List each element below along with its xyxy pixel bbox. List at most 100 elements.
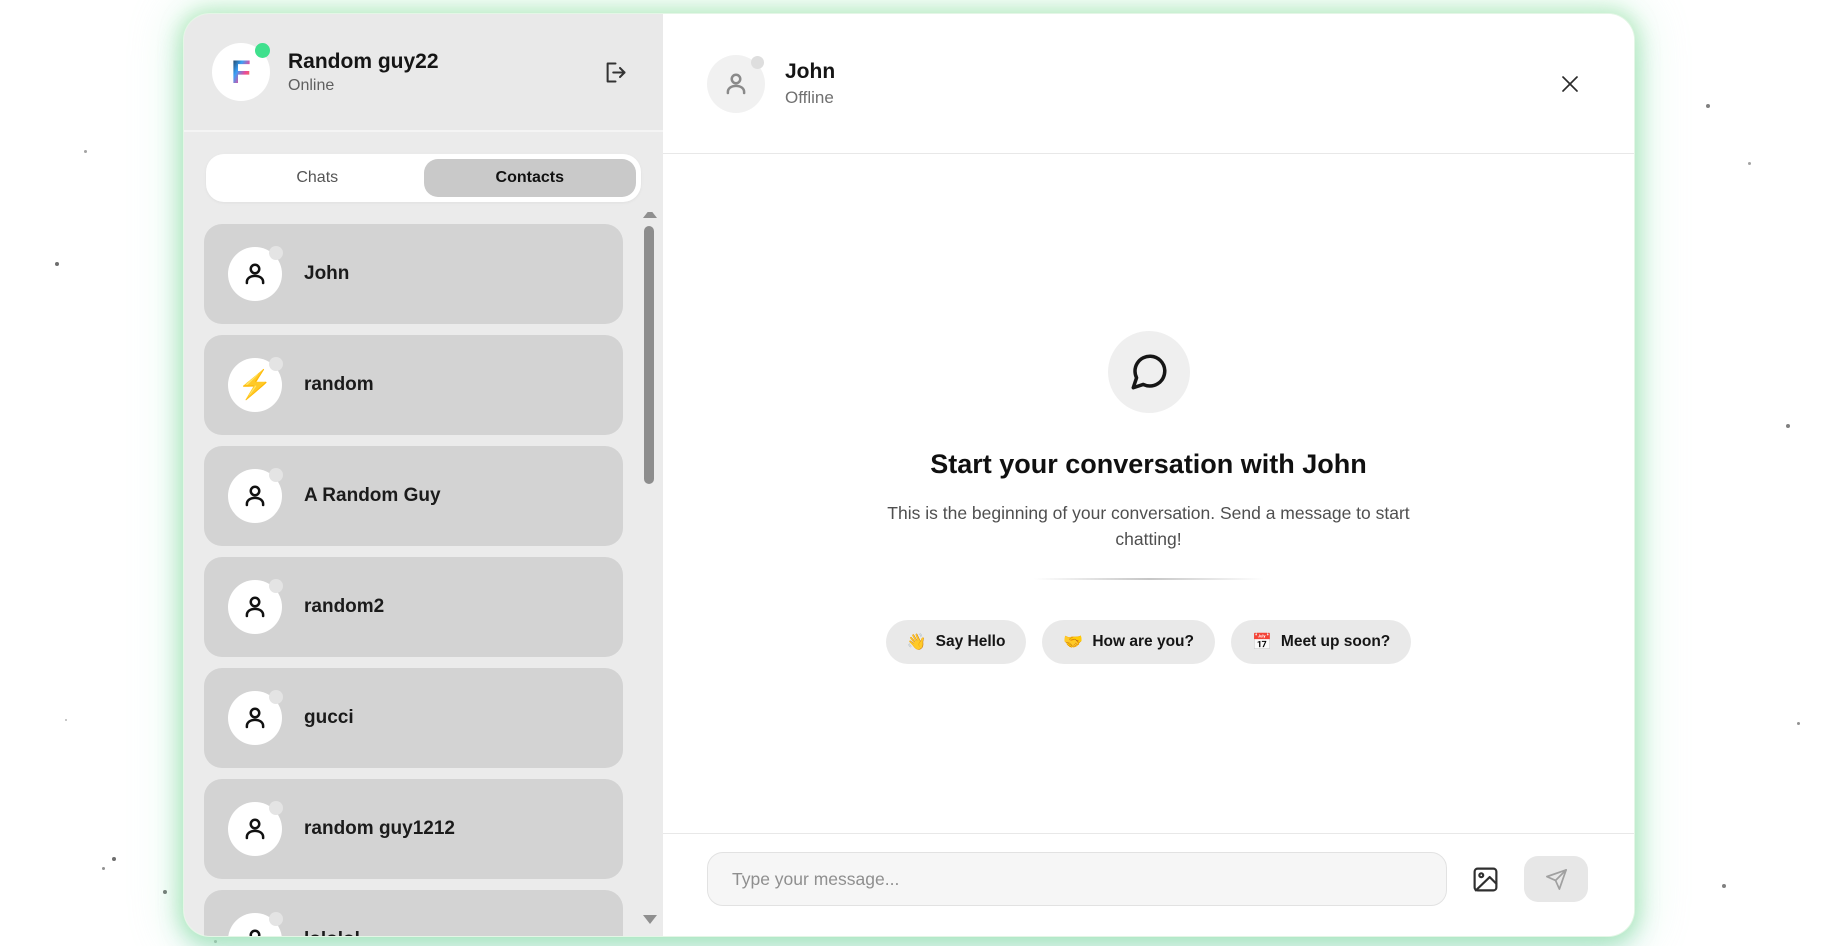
background-dot xyxy=(84,150,87,153)
chat-header: John Offline xyxy=(663,14,1634,154)
peer-meta: John Offline xyxy=(785,60,835,108)
profile-avatar: F xyxy=(212,43,270,101)
peer-status: Offline xyxy=(785,88,835,108)
contact-name: A Random Guy xyxy=(304,485,441,507)
offline-status-dot xyxy=(269,690,283,704)
brand-logo-icon: F xyxy=(222,53,260,91)
background-dot xyxy=(214,940,217,943)
divider xyxy=(1034,578,1264,580)
tab-contacts[interactable]: Contacts xyxy=(424,159,637,197)
contact-item-random-guy1212[interactable]: random guy1212 xyxy=(204,779,623,879)
image-icon xyxy=(1471,865,1500,894)
contact-item-lololol[interactable]: lololol xyxy=(204,890,623,936)
profile-name: Random guy22 xyxy=(288,50,580,74)
tab-chats[interactable]: Chats xyxy=(211,159,424,197)
contact-list: John ⚡ random A Random Guy xyxy=(184,212,663,936)
contact-name: lololol xyxy=(304,929,360,936)
background-dot xyxy=(1722,884,1726,888)
tab-contacts-label: Contacts xyxy=(496,169,564,187)
svg-text:F: F xyxy=(231,54,251,90)
sidebar-profile-header: F Random guy22 Online xyxy=(184,14,663,132)
empty-state-title: Start your conversation with John xyxy=(930,449,1367,480)
scrollbar xyxy=(644,212,654,936)
background-dot xyxy=(1797,722,1800,725)
message-composer xyxy=(663,833,1634,936)
message-input[interactable] xyxy=(707,852,1447,906)
contact-name: random2 xyxy=(304,596,384,618)
person-icon xyxy=(721,69,751,99)
contact-name: gucci xyxy=(304,707,354,729)
chat-bubble-icon xyxy=(1128,351,1170,393)
calendar-emoji-icon: 📅 xyxy=(1252,632,1272,652)
contact-item-random[interactable]: ⚡ random xyxy=(204,335,623,435)
scrollbar-thumb[interactable] xyxy=(644,226,654,484)
contact-name: random xyxy=(304,374,374,396)
quick-reply-label: How are you? xyxy=(1092,633,1194,651)
contact-avatar xyxy=(228,247,282,301)
peer-avatar xyxy=(707,55,765,113)
profile-meta: Random guy22 Online xyxy=(288,50,580,95)
scroll-up-arrow-icon[interactable] xyxy=(643,212,657,218)
quick-reply-meet-up-soon[interactable]: 📅 Meet up soon? xyxy=(1231,620,1411,664)
contact-avatar xyxy=(228,802,282,856)
logout-icon xyxy=(602,59,629,86)
contact-item-a-random-guy[interactable]: A Random Guy xyxy=(204,446,623,546)
close-chat-button[interactable] xyxy=(1552,66,1588,102)
online-status-dot xyxy=(255,43,270,58)
chat-app-window: F Random guy22 Online Chats Contacts xyxy=(184,14,1634,936)
quick-reply-how-are-you[interactable]: 🤝 How are you? xyxy=(1042,620,1215,664)
send-button[interactable] xyxy=(1524,856,1588,902)
background-dot xyxy=(1748,162,1751,165)
sidebar: F Random guy22 Online Chats Contacts xyxy=(184,14,663,936)
tab-chats-label: Chats xyxy=(296,169,338,187)
offline-status-dot xyxy=(269,357,283,371)
background-dot xyxy=(65,719,67,721)
contact-name: John xyxy=(304,263,349,285)
attach-image-button[interactable] xyxy=(1469,863,1502,896)
offline-status-dot xyxy=(269,468,283,482)
contact-avatar xyxy=(228,913,282,936)
close-icon xyxy=(1558,72,1582,96)
contact-avatar: ⚡ xyxy=(228,358,282,412)
contact-avatar xyxy=(228,580,282,634)
contact-item-gucci[interactable]: gucci xyxy=(204,668,623,768)
chat-main: John Offline Start your conversation wit… xyxy=(663,14,1634,936)
logout-button[interactable] xyxy=(598,55,633,90)
background-dot xyxy=(55,262,59,266)
offline-status-dot xyxy=(269,801,283,815)
quick-replies: 👋 Say Hello 🤝 How are you? 📅 Meet up soo… xyxy=(886,620,1412,664)
lightning-icon: ⚡ xyxy=(238,371,273,399)
background-dot xyxy=(163,890,167,894)
offline-status-dot xyxy=(269,579,283,593)
person-icon xyxy=(240,481,270,511)
background-dot xyxy=(1786,424,1790,428)
offline-status-dot xyxy=(269,912,283,926)
contact-avatar xyxy=(228,691,282,745)
person-icon xyxy=(240,703,270,733)
offline-status-dot xyxy=(269,246,283,260)
offline-status-dot xyxy=(751,56,764,69)
chat-bubble-badge xyxy=(1108,331,1190,413)
background-dot xyxy=(1706,104,1710,108)
profile-status: Online xyxy=(288,77,580,95)
scroll-down-arrow-icon[interactable] xyxy=(643,915,657,924)
send-icon xyxy=(1545,868,1568,891)
background-dot xyxy=(112,857,116,861)
person-icon xyxy=(240,259,270,289)
peer-name: John xyxy=(785,60,835,84)
contact-item-random2[interactable]: random2 xyxy=(204,557,623,657)
contact-avatar xyxy=(228,469,282,523)
person-icon xyxy=(240,592,270,622)
person-icon xyxy=(240,814,270,844)
quick-reply-label: Say Hello xyxy=(936,633,1006,651)
handshake-emoji-icon: 🤝 xyxy=(1063,632,1083,652)
chat-empty-state: Start your conversation with John This i… xyxy=(663,154,1634,833)
contact-item-john[interactable]: John xyxy=(204,224,623,324)
contact-name: random guy1212 xyxy=(304,818,455,840)
quick-reply-say-hello[interactable]: 👋 Say Hello xyxy=(886,620,1027,664)
empty-state-description: This is the beginning of your conversati… xyxy=(879,500,1419,553)
wave-emoji-icon: 👋 xyxy=(907,632,927,652)
quick-reply-label: Meet up soon? xyxy=(1281,633,1390,651)
background-dot xyxy=(102,867,105,870)
person-icon xyxy=(240,925,270,936)
